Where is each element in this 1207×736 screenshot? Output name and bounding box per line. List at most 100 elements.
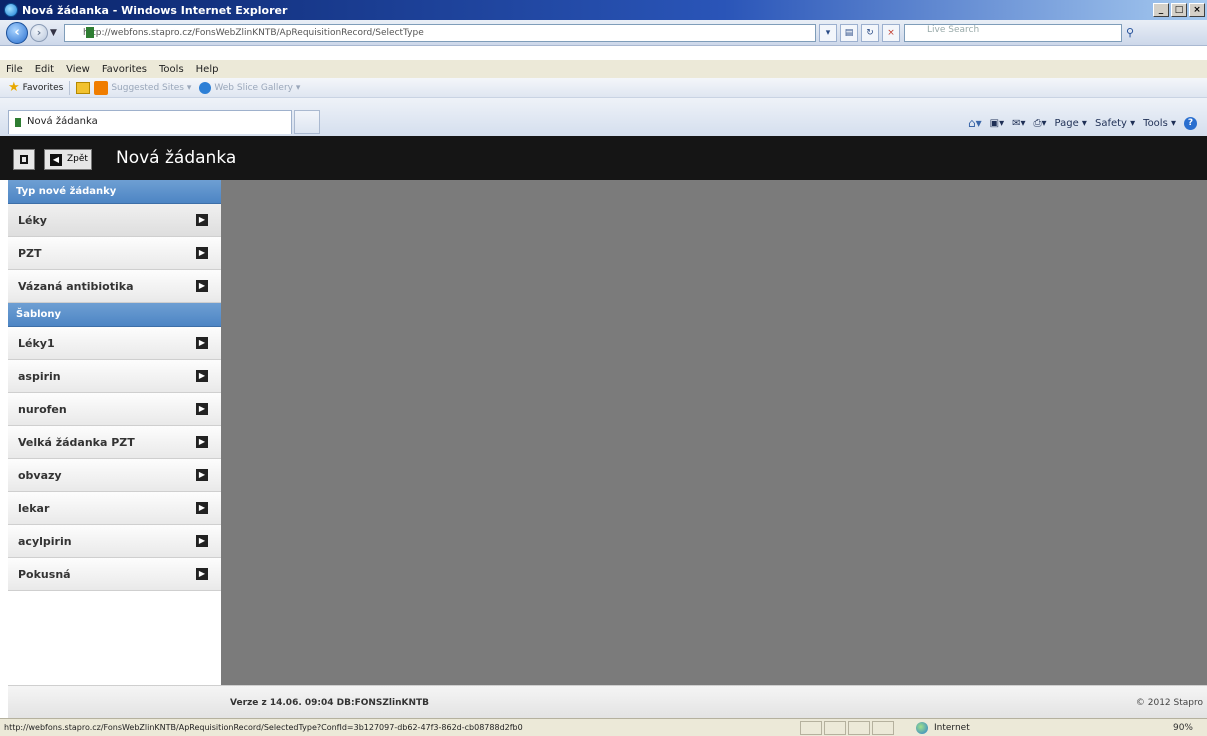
version-info: Verze z 14.06. 09:04 DB:FONSZlinKNTB: [230, 698, 430, 708]
sidebar-item-nurofen[interactable]: nurofen ▶: [8, 393, 221, 426]
web-slice-gallery-link[interactable]: Web Slice Gallery ▾: [214, 83, 300, 93]
url-input[interactable]: http://webfons.stapro.cz/FonsWebZlinKNTB…: [64, 23, 816, 42]
suggested-sites-icon: [94, 80, 109, 95]
window-title: Nová žádanka - Windows Internet Explorer: [22, 3, 288, 17]
copyright: © 2012 Stapro: [1135, 698, 1203, 708]
chevron-right-icon: ▶: [196, 403, 208, 415]
section-header-templates: Šablony: [8, 303, 221, 327]
search-input[interactable]: Live Search: [904, 23, 1122, 42]
sidebar-item-label: lekar: [18, 502, 50, 515]
status-url: http://webfons.stapro.cz/FonsWebZlinKNTB…: [4, 723, 523, 732]
menu-favorites[interactable]: Favorites: [102, 64, 147, 75]
back-nav-button[interactable]: ‹: [6, 21, 28, 44]
sidebar-item-acylpirin[interactable]: acylpirin ▶: [8, 525, 221, 558]
chevron-right-icon: ▶: [196, 535, 208, 547]
zone-label: Internet: [934, 722, 970, 733]
minimize-button[interactable]: _: [1153, 3, 1169, 17]
chevron-right-icon: ▶: [196, 280, 208, 292]
chevron-right-icon: ▶: [196, 337, 208, 349]
status-pane: [800, 720, 822, 735]
chevron-right-icon: ▶: [196, 370, 208, 382]
url-dropdown-button[interactable]: ▾: [819, 23, 837, 42]
tab-label: Nová žádanka: [27, 116, 98, 127]
maximize-button[interactable]: □: [1171, 3, 1187, 17]
address-toolbar: ‹ › ▼ http://webfons.stapro.cz/FonsWebZl…: [0, 20, 1207, 46]
menu-tools[interactable]: Tools: [159, 64, 184, 75]
status-pane: [872, 720, 894, 735]
back-button[interactable]: ◀ Zpět: [44, 149, 92, 170]
forward-nav-button[interactable]: ›: [30, 23, 48, 42]
app-home-button[interactable]: [13, 149, 35, 170]
chevron-right-icon: ▶: [196, 214, 208, 226]
sidebar-item-label: nurofen: [18, 403, 67, 416]
refresh-icon[interactable]: ↻: [861, 23, 879, 42]
chevron-right-icon: ▶: [196, 502, 208, 514]
sidebar-item-aspirin[interactable]: aspirin ▶: [8, 360, 221, 393]
sidebar-item-lekar[interactable]: lekar ▶: [8, 492, 221, 525]
sidebar-item-label: obvazy: [18, 469, 62, 482]
window-title-bar: Nová žádanka - Windows Internet Explorer…: [0, 0, 1207, 20]
home-square-icon: [20, 155, 28, 164]
zoom-level[interactable]: 90%: [1173, 723, 1193, 733]
favorites-bar: ★ Favorites Suggested Sites ▾ Web Slice …: [0, 78, 1207, 98]
content-area: [221, 180, 1207, 685]
status-pane: [824, 720, 846, 735]
sidebar-item-vazana-antibiotika[interactable]: Vázaná antibiotika ▶: [8, 270, 221, 303]
stop-icon[interactable]: ×: [882, 23, 900, 42]
new-tab-button[interactable]: [294, 110, 320, 134]
menu-view[interactable]: View: [66, 64, 90, 75]
sidebar-item-velka-zadanka-pzt[interactable]: Velká žádanka PZT ▶: [8, 426, 221, 459]
sidebar-item-label: PZT: [18, 247, 42, 260]
sidebar-item-leky[interactable]: Léky ▶: [8, 204, 221, 237]
sidebar-item-leky1[interactable]: Léky1 ▶: [8, 327, 221, 360]
suggested-sites-link[interactable]: Suggested Sites ▾: [111, 83, 191, 93]
home-icon[interactable]: ⌂▾: [968, 116, 982, 130]
back-button-label: Zpět: [67, 154, 88, 164]
sidebar-item-label: Vázaná antibiotika: [18, 280, 134, 293]
menu-edit[interactable]: Edit: [35, 64, 54, 75]
app-header: ◀ Zpět Nová žádanka: [0, 136, 1207, 180]
sidebar-item-pokusna[interactable]: Pokusná ▶: [8, 558, 221, 591]
favorites-button[interactable]: Favorites: [23, 83, 64, 93]
security-zone[interactable]: Internet: [916, 721, 1066, 734]
page-title: Nová žádanka: [116, 148, 237, 168]
menu-file[interactable]: File: [6, 64, 23, 75]
mail-icon[interactable]: ✉▾: [1012, 118, 1025, 129]
divider: [69, 80, 71, 95]
sidebar-item-label: aspirin: [18, 370, 61, 383]
app-footer: Verze z 14.06. 09:04 DB:FONSZlinKNTB © 2…: [8, 685, 1207, 718]
close-button[interactable]: ×: [1189, 3, 1205, 17]
safety-menu[interactable]: Safety ▾: [1095, 118, 1135, 129]
globe-icon: [916, 721, 928, 734]
page-menu[interactable]: Page ▾: [1055, 118, 1087, 129]
favorites-star-icon[interactable]: ★: [8, 80, 20, 95]
status-pane: [848, 720, 870, 735]
sidebar-item-pzt[interactable]: PZT ▶: [8, 237, 221, 270]
menu-bar: File Edit View Favorites Tools Help: [0, 60, 1207, 78]
recent-pages-dropdown-icon[interactable]: ▼: [50, 28, 60, 38]
page-favicon-icon: [86, 27, 94, 38]
chevron-right-icon: ▶: [196, 469, 208, 481]
sidebar-item-label: acylpirin: [18, 535, 72, 548]
tab-bar: Nová žádanka ⌂▾ ▣▾ ✉▾ ⎙▾ Page ▾ Safety ▾…: [0, 98, 1207, 136]
sidebar-item-label: Velká žádanka PZT: [18, 436, 135, 449]
menu-help[interactable]: Help: [196, 64, 219, 75]
web-slice-icon: [199, 81, 212, 94]
print-icon[interactable]: ⎙▾: [1034, 118, 1047, 129]
back-arrow-icon: ◀: [50, 154, 62, 166]
ie-logo-icon: [4, 3, 18, 17]
help-icon[interactable]: ?: [1184, 116, 1197, 130]
tools-menu[interactable]: Tools ▾: [1143, 118, 1176, 129]
search-icon[interactable]: ⚲: [1126, 26, 1146, 39]
sidebar-item-label: Pokusná: [18, 568, 71, 581]
compat-view-icon[interactable]: ▤: [840, 23, 858, 42]
sidebar-item-label: Léky1: [18, 337, 55, 350]
command-bar: ⌂▾ ▣▾ ✉▾ ⎙▾ Page ▾ Safety ▾ Tools ▾ ?: [960, 116, 1197, 130]
chevron-right-icon: ▶: [196, 568, 208, 580]
chevron-right-icon: ▶: [196, 436, 208, 448]
add-favorite-icon[interactable]: [76, 81, 91, 94]
sidebar-item-obvazy[interactable]: obvazy ▶: [8, 459, 221, 492]
tab-nova-zadanka[interactable]: Nová žádanka: [8, 110, 292, 134]
feeds-icon[interactable]: ▣▾: [990, 118, 1004, 129]
chevron-right-icon: ▶: [196, 247, 208, 259]
